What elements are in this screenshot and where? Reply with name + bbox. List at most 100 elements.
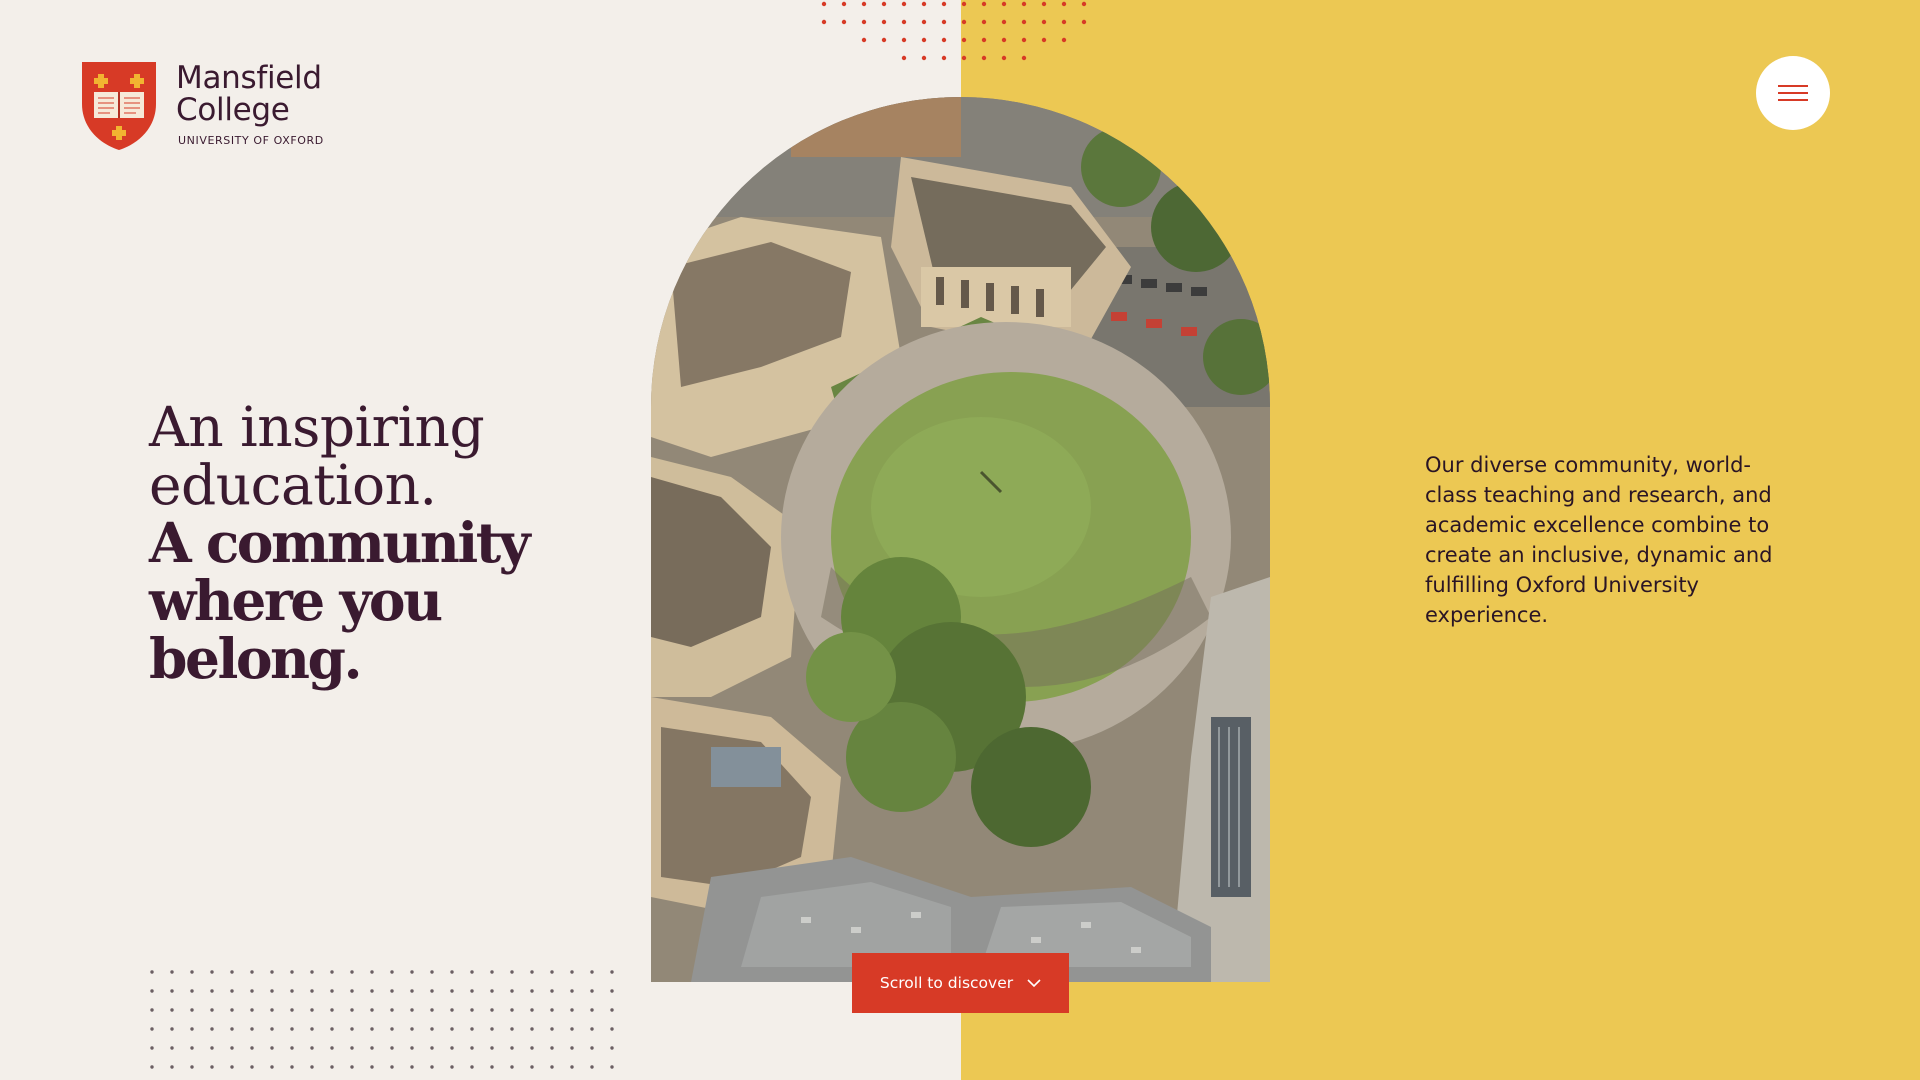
- decorative-dot: [921, 55, 927, 61]
- campus-aerial-illustration: [651, 97, 1270, 982]
- decorative-dot: [921, 1, 927, 7]
- decorative-dot: [1021, 37, 1027, 43]
- decorative-dot: [290, 989, 294, 993]
- decorative-dot: [470, 1027, 474, 1031]
- decorative-dot: [590, 1065, 594, 1069]
- decorative-dot: [590, 1046, 594, 1050]
- decorative-dot: [1021, 1, 1027, 7]
- decorative-dot: [230, 1065, 234, 1069]
- decorative-dot: [1041, 37, 1047, 43]
- decorative-dot: [350, 1008, 354, 1012]
- decorative-dot: [350, 1027, 354, 1031]
- decorative-dot: [961, 37, 967, 43]
- decorative-dot: [190, 1065, 194, 1069]
- decorative-dot: [1001, 55, 1007, 61]
- decorative-dot: [490, 1046, 494, 1050]
- decorative-dot: [570, 1046, 574, 1050]
- decorative-dot: [230, 1027, 234, 1031]
- decorative-dot: [510, 1027, 514, 1031]
- scroll-to-discover-button[interactable]: Scroll to discover: [852, 953, 1069, 1013]
- decorative-dot: [350, 989, 354, 993]
- decorative-dot: [901, 55, 907, 61]
- decorative-dot: [981, 37, 987, 43]
- decorative-dot: [430, 1027, 434, 1031]
- decorative-dot: [210, 1065, 214, 1069]
- decorative-dot: [390, 1008, 394, 1012]
- decorative-dot: [250, 1027, 254, 1031]
- decorative-dot: [410, 989, 414, 993]
- decorative-dot: [981, 1, 987, 7]
- hamburger-icon: [1778, 85, 1808, 87]
- decorative-dot: [1081, 19, 1087, 25]
- decorative-dot: [330, 989, 334, 993]
- decorative-dot: [450, 1008, 454, 1012]
- decorative-dot: [170, 970, 174, 974]
- decorative-dot: [1021, 19, 1027, 25]
- decorative-dot: [590, 970, 594, 974]
- college-crest-icon: [82, 62, 156, 150]
- decorative-dot: [430, 1065, 434, 1069]
- decorative-dot: [841, 19, 847, 25]
- decorative-dot: [310, 970, 314, 974]
- decorative-dot: [290, 1027, 294, 1031]
- hamburger-icon-line: [1778, 92, 1808, 94]
- decorative-dot: [490, 1027, 494, 1031]
- decorative-dot: [450, 1046, 454, 1050]
- decorative-dot: [610, 970, 614, 974]
- decorative-dot: [941, 19, 947, 25]
- decorative-dot: [470, 1065, 474, 1069]
- chevron-down-icon: [1027, 978, 1041, 987]
- decorative-dot: [430, 989, 434, 993]
- headline-light-line1: An inspiring: [149, 395, 485, 459]
- decorative-dot: [881, 37, 887, 43]
- decorative-dot: [390, 1027, 394, 1031]
- decorative-dot: [610, 1046, 614, 1050]
- decorative-dot: [610, 1027, 614, 1031]
- decorative-dot: [350, 970, 354, 974]
- decorative-dot: [430, 1008, 434, 1012]
- decorative-dot: [210, 1046, 214, 1050]
- decorative-dot: [821, 1, 827, 7]
- decorative-dot: [290, 1046, 294, 1050]
- decorative-dot: [330, 1065, 334, 1069]
- decorative-dot: [190, 989, 194, 993]
- decorative-dot: [370, 1046, 374, 1050]
- decorative-dot: [350, 1046, 354, 1050]
- decorative-dot: [530, 970, 534, 974]
- site-logo[interactable]: Mansfield College UNIVERSITY OF OXFORD: [80, 60, 324, 152]
- decorative-dot: [1061, 37, 1067, 43]
- decorative-dot: [861, 19, 867, 25]
- decorative-dot: [901, 1, 907, 7]
- decorative-dot: [510, 1065, 514, 1069]
- decorative-dot: [230, 970, 234, 974]
- decorative-dot: [210, 1027, 214, 1031]
- headline-light-line2: education.: [149, 453, 437, 517]
- decorative-dot: [490, 1065, 494, 1069]
- decorative-dot: [610, 989, 614, 993]
- decorative-dot: [190, 1008, 194, 1012]
- decorative-dot: [861, 1, 867, 7]
- decorative-dot: [250, 1046, 254, 1050]
- decorative-dot: [510, 1046, 514, 1050]
- decorative-dot: [1041, 19, 1047, 25]
- decorative-dot: [410, 970, 414, 974]
- decorative-dot: [270, 1008, 274, 1012]
- decorative-dot: [470, 1046, 474, 1050]
- logo-wordmark: Mansfield College UNIVERSITY OF OXFORD: [176, 62, 324, 147]
- decorative-dot: [290, 1008, 294, 1012]
- decorative-dot: [961, 55, 967, 61]
- decorative-dot: [430, 970, 434, 974]
- decorative-dot: [590, 1008, 594, 1012]
- decorative-dot: [230, 1046, 234, 1050]
- decorative-dot: [210, 989, 214, 993]
- decorative-dot: [270, 1065, 274, 1069]
- menu-button[interactable]: [1756, 56, 1830, 130]
- decorative-dot: [510, 1008, 514, 1012]
- decorative-dot: [410, 1046, 414, 1050]
- headline-bold-line3: belong.: [149, 626, 363, 691]
- decorative-dot: [861, 37, 867, 43]
- decorative-dot: [150, 1065, 154, 1069]
- decorative-dot: [410, 1065, 414, 1069]
- hero-intro-text: Our diverse community, world-class teach…: [1425, 453, 1773, 627]
- decorative-dot: [390, 1065, 394, 1069]
